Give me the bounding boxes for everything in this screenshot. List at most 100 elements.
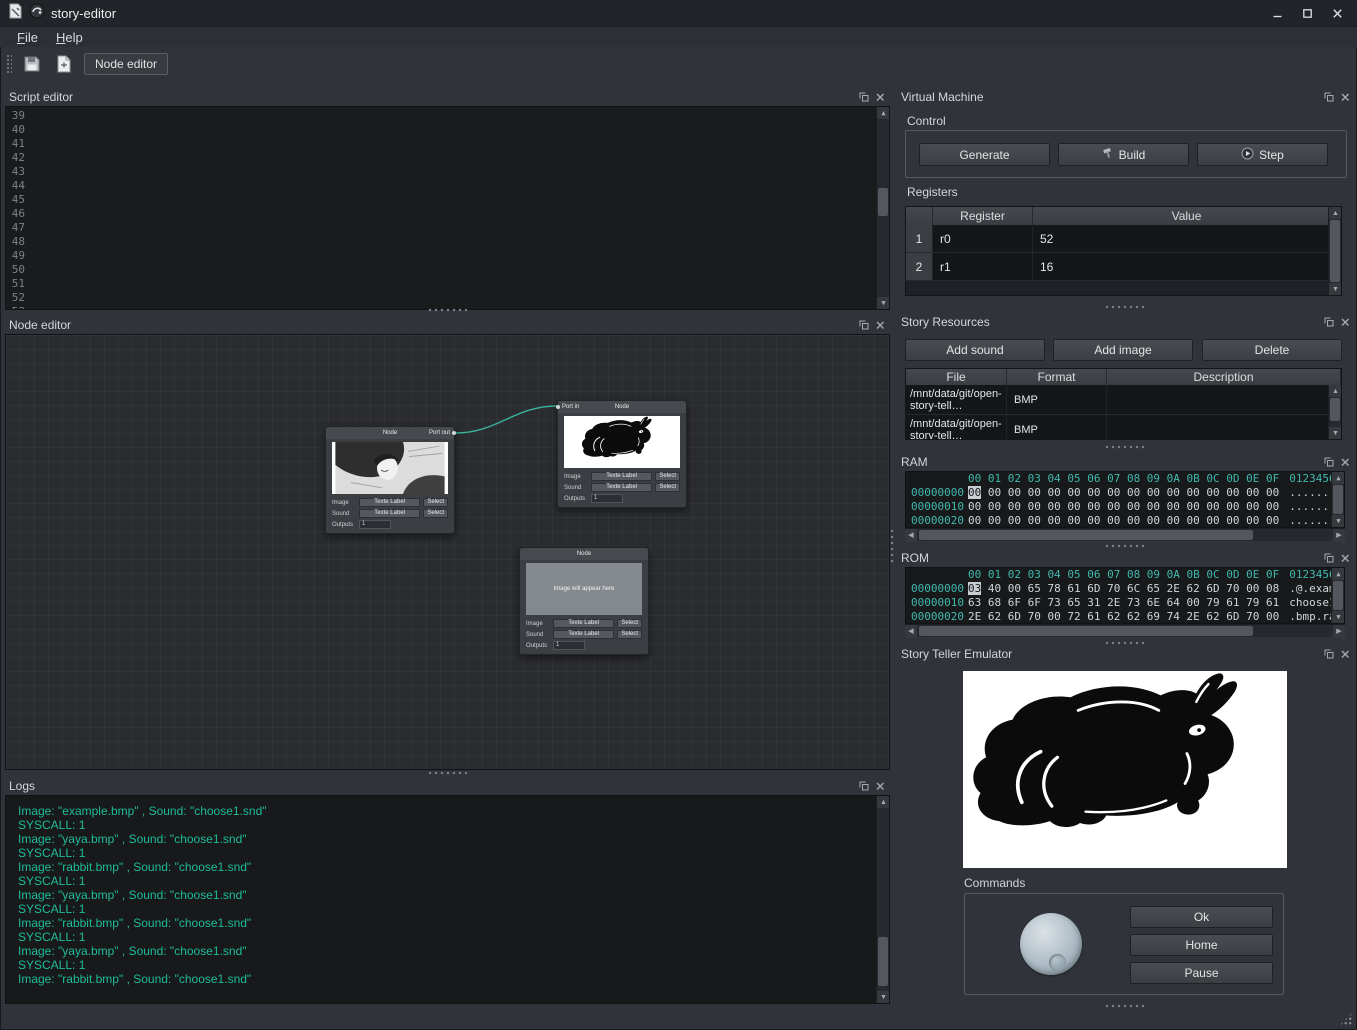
float-panel-icon[interactable] [857, 780, 870, 793]
hex-bytes[interactable]: 40 00 65 78 61 6D 70 6C 65 2E 62 6D 70 0… [981, 582, 1279, 595]
scroll-up-arrow-icon[interactable]: ▲ [1332, 472, 1345, 484]
vertical-splitter-handle[interactable] [890, 528, 894, 564]
script-vertical-scrollbar[interactable]: ▲ ▼ [876, 107, 889, 309]
close-icon[interactable] [1325, 4, 1349, 23]
scroll-thumb[interactable] [1330, 220, 1340, 282]
close-panel-icon[interactable] [873, 91, 886, 104]
resource-description-cell[interactable] [1107, 415, 1341, 440]
code-line[interactable]: 48 add t3, t2 ; @++ [6, 235, 875, 249]
ram-horizontal-scrollbar[interactable]: ◀ ▶ [905, 528, 1345, 541]
toolbar-drag-handle[interactable] [6, 54, 12, 74]
code-line[interactable]: 51 ; ------ On appelle un autre media no… [6, 277, 875, 291]
splitter-handle[interactable] [1104, 445, 1144, 449]
scroll-up-arrow-icon[interactable]: ▲ [1329, 207, 1342, 219]
scroll-up-arrow-icon[interactable]: ▲ [877, 796, 890, 808]
build-button[interactable]: Build [1058, 143, 1189, 166]
close-panel-icon[interactable] [1338, 552, 1351, 565]
selected-byte[interactable]: 00 [968, 486, 981, 499]
logs-vertical-scrollbar[interactable]: ▲ ▼ [876, 796, 889, 1003]
ok-button[interactable]: Ok [1130, 906, 1273, 928]
outputs-spinbox[interactable]: 1 [591, 494, 623, 503]
scroll-up-arrow-icon[interactable]: ▲ [1332, 568, 1345, 580]
float-panel-icon[interactable] [1322, 456, 1335, 469]
select-sound-button[interactable]: Select [617, 630, 642, 639]
splitter-handle[interactable] [427, 308, 467, 312]
hex-row[interactable]: 00000010 63 68 6F 6F 73 65 31 2E 73 6E 6… [906, 596, 1344, 610]
select-image-button[interactable]: Select [617, 619, 642, 628]
scroll-up-arrow-icon[interactable]: ▲ [877, 107, 890, 119]
delete-button[interactable]: Delete [1202, 339, 1342, 361]
select-sound-button[interactable]: Select [423, 509, 448, 518]
node-title-bar[interactable]: Node Port out [326, 427, 454, 439]
texte-label-button[interactable]: Texte Label [591, 472, 652, 481]
window-resize-grip[interactable] [1339, 1012, 1353, 1026]
scroll-down-arrow-icon[interactable]: ▼ [1329, 283, 1342, 295]
scroll-down-arrow-icon[interactable]: ▼ [1332, 515, 1345, 527]
add-sound-button[interactable]: Add sound [905, 339, 1045, 361]
scroll-right-arrow-icon[interactable]: ▶ [1333, 625, 1345, 638]
register-column-header[interactable]: Register [933, 207, 1033, 225]
hex-row[interactable]: 00000000 00 00 00 00 00 00 00 00 00 00 0… [906, 486, 1344, 500]
rom-hex-view[interactable]: 00 01 02 03 04 05 06 07 08 09 0A 0B 0C 0… [905, 567, 1345, 624]
register-value-cell[interactable]: 52 [1033, 225, 1341, 252]
scroll-thumb[interactable] [1333, 581, 1343, 610]
splitter-handle[interactable] [427, 771, 467, 775]
code-line[interactable]: 42 media_loop_start: [6, 151, 875, 165]
register-name-cell[interactable]: r0 [933, 225, 1033, 252]
rotary-knob[interactable] [1020, 913, 1082, 975]
texte-label-button[interactable]: Texte Label [359, 509, 420, 518]
texte-label-button[interactable]: Texte Label [553, 630, 614, 639]
home-button[interactable]: Home [1130, 934, 1273, 956]
splitter-handle[interactable] [1104, 305, 1144, 309]
hex-row[interactable]: 00000020 00 00 00 00 00 00 00 00 00 00 0… [906, 514, 1344, 528]
node-title-bar[interactable]: Node Port in [558, 401, 686, 413]
scroll-right-arrow-icon[interactable]: ▶ [1333, 529, 1345, 542]
scroll-thumb[interactable] [1333, 485, 1343, 514]
close-panel-icon[interactable] [1338, 456, 1351, 469]
ram-vertical-scrollbar[interactable]: ▲ ▼ [1331, 472, 1344, 527]
register-row[interactable]: 1 r0 52 [906, 225, 1341, 253]
node-title-bar[interactable]: Node [520, 548, 648, 560]
code-line[interactable]: 47 media_loop: [6, 221, 875, 235]
file-column-header[interactable]: File [906, 369, 1007, 385]
scroll-down-arrow-icon[interactable]: ▼ [877, 991, 890, 1003]
code-line[interactable]: 39 ; t2: increment 4 [6, 109, 875, 123]
resource-file-cell[interactable]: /mnt/data/git/open-story-tell… [906, 385, 1007, 414]
texte-label-button[interactable]: Texte Label [553, 619, 614, 628]
code-line[interactable]: 50 [6, 263, 875, 277]
register-value-cell[interactable]: 16 [1033, 253, 1341, 280]
scroll-down-arrow-icon[interactable]: ▼ [877, 297, 890, 309]
value-column-header[interactable]: Value [1033, 207, 1341, 225]
texte-label-button[interactable]: Texte Label [359, 498, 420, 507]
hex-bytes[interactable]: 00 00 00 00 00 00 00 00 00 00 00 00 00 0… [968, 514, 1279, 527]
maximize-icon[interactable] [1295, 4, 1319, 23]
ram-hex-view[interactable]: 00 01 02 03 04 05 06 07 08 09 0A 0B 0C 0… [905, 471, 1345, 528]
float-panel-icon[interactable] [1322, 552, 1335, 565]
resource-description-cell[interactable] [1107, 385, 1341, 414]
port-in-dot[interactable] [556, 405, 560, 409]
selected-byte[interactable]: 03 [968, 582, 981, 595]
generate-button[interactable]: Generate [919, 143, 1050, 166]
resource-format-cell[interactable]: BMP [1007, 415, 1107, 440]
window-titlebar[interactable]: story-editor [0, 0, 1357, 27]
node-editor-toolbar-button[interactable]: Node editor [84, 53, 168, 75]
resources-table[interactable]: File Format Description /mnt/data/git/op… [905, 368, 1342, 440]
float-panel-icon[interactable] [857, 91, 870, 104]
resources-scrollbar[interactable]: ▲ ▼ [1328, 385, 1341, 439]
code-line[interactable]: 43 load t0, @r0, 4 ; Le premier élément … [6, 165, 875, 179]
register-row[interactable]: 2 r1 16 [906, 253, 1341, 281]
pause-button[interactable]: Pause [1130, 962, 1273, 984]
scroll-down-arrow-icon[interactable]: ▼ [1332, 611, 1345, 623]
save-icon[interactable] [20, 52, 44, 76]
close-panel-icon[interactable] [1338, 316, 1351, 329]
float-panel-icon[interactable] [857, 319, 870, 332]
scroll-thumb[interactable] [1330, 398, 1340, 421]
hex-row[interactable]: 00000000 03 40 00 65 78 61 6D 70 6C 65 2… [906, 582, 1344, 596]
script-code-editor[interactable]: 39 ; t2: increment 4 40 ; t3: current me… [5, 106, 890, 310]
resource-format-cell[interactable]: BMP [1007, 385, 1107, 414]
resource-row[interactable]: /mnt/data/git/open-story-tell… BMP [906, 415, 1341, 440]
log-output[interactable]: Image: "example.bmp" , Sound: "choose1.s… [5, 795, 890, 1004]
register-name-cell[interactable]: r1 [933, 253, 1033, 280]
outputs-spinbox[interactable]: 1 [359, 520, 391, 529]
hex-bytes[interactable]: 00 00 00 00 00 00 00 00 00 00 00 00 00 0… [968, 500, 1279, 513]
